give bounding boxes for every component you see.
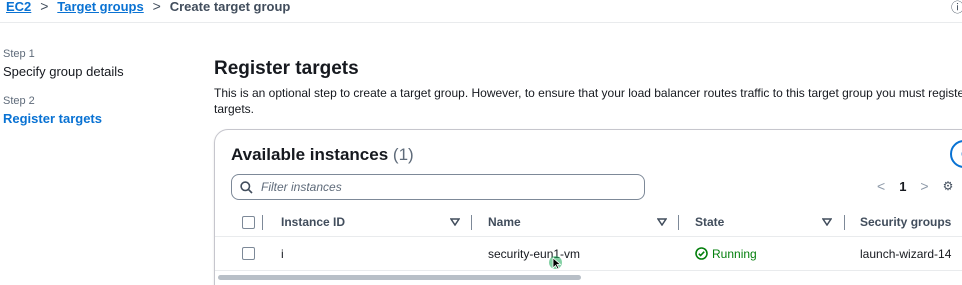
- instance-id-cell[interactable]: i: [281, 237, 284, 270]
- column-header-name[interactable]: Name: [488, 208, 521, 236]
- step-1: Step 1 Specify group details: [3, 47, 193, 80]
- filter-instances-field[interactable]: [231, 174, 645, 200]
- row-checkbox[interactable]: [242, 247, 255, 260]
- header-divider: [0, 22, 962, 23]
- sort-down-icon[interactable]: [822, 208, 832, 236]
- column-divider[interactable]: [471, 215, 472, 230]
- status-text: Running: [712, 246, 757, 261]
- table-header-row: Instance ID Name State Security groups: [215, 208, 962, 237]
- step-1-title[interactable]: Specify group details: [3, 64, 193, 80]
- previous-page-icon[interactable]: <: [877, 178, 885, 194]
- breadcrumb-link-ec2[interactable]: EC2: [6, 0, 31, 14]
- step-1-label: Step 1: [3, 48, 35, 60]
- horizontal-scrollbar[interactable]: [218, 275, 581, 280]
- mouse-cursor-icon: [552, 257, 561, 270]
- column-divider[interactable]: [844, 215, 845, 230]
- available-instances-header: Available instances (1): [231, 145, 414, 165]
- next-page-icon[interactable]: >: [920, 178, 928, 194]
- available-instances-title: Available instances: [231, 145, 389, 164]
- filter-instances-input[interactable]: [261, 180, 621, 194]
- breadcrumb-current: Create target group: [169, 0, 291, 14]
- row-select-cell: [242, 237, 255, 270]
- info-icon[interactable]: ⓘ: [951, 0, 962, 16]
- breadcrumb-separator: >: [40, 0, 49, 14]
- step-2-label: Step 2: [3, 95, 35, 107]
- instance-state-cell: Running: [695, 237, 757, 270]
- sort-down-icon[interactable]: [657, 208, 667, 236]
- step-2-title[interactable]: Register targets: [3, 111, 193, 127]
- instances-table: Instance ID Name State Security groups i…: [215, 208, 962, 271]
- step-2: Step 2 Register targets: [3, 94, 193, 127]
- column-header-state[interactable]: State: [695, 208, 724, 236]
- settings-icon[interactable]: ⚙: [943, 179, 954, 193]
- instance-name-cell: security-eun1-vm: [488, 246, 581, 261]
- select-all-cell: [242, 208, 255, 236]
- page-title: Register targets: [214, 58, 359, 79]
- column-divider[interactable]: [678, 215, 679, 230]
- status-success-icon: [695, 247, 708, 260]
- select-all-checkbox[interactable]: [242, 215, 255, 229]
- status-badge: Running: [695, 247, 757, 261]
- column-header-instance-id[interactable]: Instance ID: [281, 208, 345, 236]
- breadcrumb-link-target-groups[interactable]: Target groups: [57, 0, 143, 14]
- pagination: < 1 > ⚙: [877, 178, 953, 194]
- search-icon: [240, 180, 253, 194]
- table-row[interactable]: i security-eun1-vm Running launch-wizard…: [215, 237, 962, 271]
- breadcrumb: EC2 > Target groups > Create target grou…: [6, 0, 290, 14]
- refresh-button[interactable]: [950, 140, 962, 168]
- available-instances-count: (1): [392, 145, 414, 164]
- column-divider: [262, 215, 263, 230]
- sort-down-icon[interactable]: [450, 208, 460, 236]
- page-description: This is an optional step to create a tar…: [214, 86, 962, 116]
- available-instances-container: Available instances (1) < 1 > ⚙ Instance…: [214, 129, 962, 285]
- security-groups-cell[interactable]: launch-wizard-14: [860, 237, 951, 270]
- breadcrumb-separator: >: [152, 0, 161, 14]
- column-header-security-groups[interactable]: Security groups: [860, 208, 951, 236]
- current-page-number[interactable]: 1: [899, 179, 906, 194]
- wizard-steps: Step 1 Specify group details Step 2 Regi…: [3, 47, 193, 141]
